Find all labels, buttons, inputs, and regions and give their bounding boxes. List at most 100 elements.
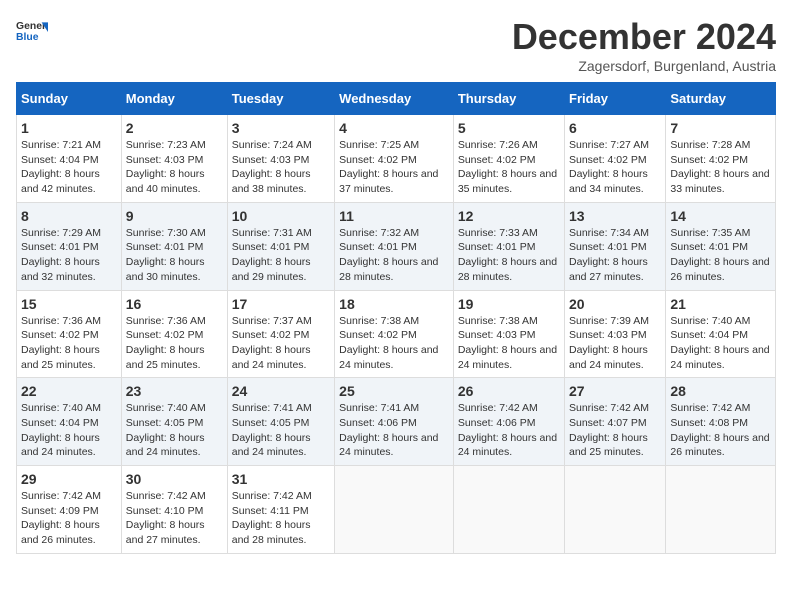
day-info: Sunrise: 7:36 AM Sunset: 4:02 PM Dayligh… <box>126 314 223 373</box>
table-row: 6 Sunrise: 7:27 AM Sunset: 4:02 PM Dayli… <box>565 115 666 203</box>
sunset-text: Sunset: 4:02 PM <box>21 329 99 341</box>
sunset-text: Sunset: 4:11 PM <box>232 505 309 517</box>
sunrise-text: Sunrise: 7:42 AM <box>569 402 649 414</box>
table-row: 1 Sunrise: 7:21 AM Sunset: 4:04 PM Dayli… <box>17 115 122 203</box>
sunrise-text: Sunrise: 7:25 AM <box>339 139 419 151</box>
table-row: 22 Sunrise: 7:40 AM Sunset: 4:04 PM Dayl… <box>17 378 122 466</box>
table-row: 30 Sunrise: 7:42 AM Sunset: 4:10 PM Dayl… <box>121 466 227 554</box>
sunrise-text: Sunrise: 7:27 AM <box>569 139 649 151</box>
daylight-text: Daylight: 8 hours and 25 minutes. <box>21 344 100 371</box>
day-number: 5 <box>458 120 560 136</box>
daylight-text: Daylight: 8 hours and 24 minutes. <box>21 432 100 459</box>
sunrise-text: Sunrise: 7:36 AM <box>126 315 206 327</box>
daylight-text: Daylight: 8 hours and 30 minutes. <box>126 256 205 283</box>
sunset-text: Sunset: 4:09 PM <box>21 505 99 517</box>
logo: General Blue <box>16 16 48 48</box>
day-info: Sunrise: 7:23 AM Sunset: 4:03 PM Dayligh… <box>126 138 223 197</box>
svg-text:Blue: Blue <box>16 32 39 43</box>
sunset-text: Sunset: 4:02 PM <box>339 329 417 341</box>
day-info: Sunrise: 7:40 AM Sunset: 4:04 PM Dayligh… <box>21 401 117 460</box>
day-info: Sunrise: 7:42 AM Sunset: 4:07 PM Dayligh… <box>569 401 661 460</box>
daylight-text: Daylight: 8 hours and 29 minutes. <box>232 256 311 283</box>
sunrise-text: Sunrise: 7:21 AM <box>21 139 101 151</box>
sunset-text: Sunset: 4:01 PM <box>569 241 647 253</box>
day-info: Sunrise: 7:42 AM Sunset: 4:10 PM Dayligh… <box>126 489 223 548</box>
empty-cell <box>453 466 564 554</box>
day-info: Sunrise: 7:35 AM Sunset: 4:01 PM Dayligh… <box>670 226 771 285</box>
sunrise-text: Sunrise: 7:29 AM <box>21 227 101 239</box>
sunset-text: Sunset: 4:03 PM <box>458 329 536 341</box>
header-saturday: Saturday <box>666 83 776 115</box>
daylight-text: Daylight: 8 hours and 33 minutes. <box>670 168 769 195</box>
day-number: 25 <box>339 383 449 399</box>
sunrise-text: Sunrise: 7:26 AM <box>458 139 538 151</box>
daylight-text: Daylight: 8 hours and 37 minutes. <box>339 168 438 195</box>
calendar-header-row: Sunday Monday Tuesday Wednesday Thursday… <box>17 83 776 115</box>
day-number: 16 <box>126 296 223 312</box>
day-number: 10 <box>232 208 330 224</box>
sunset-text: Sunset: 4:01 PM <box>458 241 536 253</box>
day-number: 15 <box>21 296 117 312</box>
sunset-text: Sunset: 4:05 PM <box>126 417 204 429</box>
calendar-week-row: 15 Sunrise: 7:36 AM Sunset: 4:02 PM Dayl… <box>17 290 776 378</box>
daylight-text: Daylight: 8 hours and 32 minutes. <box>21 256 100 283</box>
day-info: Sunrise: 7:41 AM Sunset: 4:05 PM Dayligh… <box>232 401 330 460</box>
daylight-text: Daylight: 8 hours and 34 minutes. <box>569 168 648 195</box>
table-row: 25 Sunrise: 7:41 AM Sunset: 4:06 PM Dayl… <box>335 378 454 466</box>
day-number: 8 <box>21 208 117 224</box>
day-info: Sunrise: 7:38 AM Sunset: 4:03 PM Dayligh… <box>458 314 560 373</box>
daylight-text: Daylight: 8 hours and 27 minutes. <box>126 519 205 546</box>
sunrise-text: Sunrise: 7:42 AM <box>670 402 750 414</box>
header-wednesday: Wednesday <box>335 83 454 115</box>
daylight-text: Daylight: 8 hours and 24 minutes. <box>458 432 557 459</box>
day-number: 2 <box>126 120 223 136</box>
table-row: 26 Sunrise: 7:42 AM Sunset: 4:06 PM Dayl… <box>453 378 564 466</box>
daylight-text: Daylight: 8 hours and 24 minutes. <box>232 344 311 371</box>
sunrise-text: Sunrise: 7:40 AM <box>126 402 206 414</box>
table-row: 11 Sunrise: 7:32 AM Sunset: 4:01 PM Dayl… <box>335 202 454 290</box>
day-number: 31 <box>232 471 330 487</box>
day-number: 20 <box>569 296 661 312</box>
day-info: Sunrise: 7:36 AM Sunset: 4:02 PM Dayligh… <box>21 314 117 373</box>
sunset-text: Sunset: 4:04 PM <box>21 154 99 166</box>
month-title: December 2024 <box>512 16 776 58</box>
daylight-text: Daylight: 8 hours and 24 minutes. <box>339 432 438 459</box>
table-row: 29 Sunrise: 7:42 AM Sunset: 4:09 PM Dayl… <box>17 466 122 554</box>
header-friday: Friday <box>565 83 666 115</box>
table-row: 8 Sunrise: 7:29 AM Sunset: 4:01 PM Dayli… <box>17 202 122 290</box>
day-number: 3 <box>232 120 330 136</box>
sunrise-text: Sunrise: 7:34 AM <box>569 227 649 239</box>
title-block: December 2024 Zagersdorf, Burgenland, Au… <box>512 16 776 74</box>
table-row: 17 Sunrise: 7:37 AM Sunset: 4:02 PM Dayl… <box>227 290 334 378</box>
sunset-text: Sunset: 4:07 PM <box>569 417 647 429</box>
daylight-text: Daylight: 8 hours and 27 minutes. <box>569 256 648 283</box>
sunset-text: Sunset: 4:01 PM <box>339 241 417 253</box>
sunset-text: Sunset: 4:02 PM <box>458 154 536 166</box>
sunrise-text: Sunrise: 7:42 AM <box>232 490 312 502</box>
sunset-text: Sunset: 4:06 PM <box>458 417 536 429</box>
sunset-text: Sunset: 4:10 PM <box>126 505 204 517</box>
day-number: 9 <box>126 208 223 224</box>
table-row: 24 Sunrise: 7:41 AM Sunset: 4:05 PM Dayl… <box>227 378 334 466</box>
daylight-text: Daylight: 8 hours and 28 minutes. <box>458 256 557 283</box>
day-info: Sunrise: 7:29 AM Sunset: 4:01 PM Dayligh… <box>21 226 117 285</box>
day-number: 30 <box>126 471 223 487</box>
sunrise-text: Sunrise: 7:28 AM <box>670 139 750 151</box>
daylight-text: Daylight: 8 hours and 28 minutes. <box>232 519 311 546</box>
day-info: Sunrise: 7:39 AM Sunset: 4:03 PM Dayligh… <box>569 314 661 373</box>
daylight-text: Daylight: 8 hours and 40 minutes. <box>126 168 205 195</box>
empty-cell <box>335 466 454 554</box>
day-number: 28 <box>670 383 771 399</box>
day-info: Sunrise: 7:24 AM Sunset: 4:03 PM Dayligh… <box>232 138 330 197</box>
daylight-text: Daylight: 8 hours and 24 minutes. <box>232 432 311 459</box>
sunrise-text: Sunrise: 7:41 AM <box>232 402 312 414</box>
sunset-text: Sunset: 4:06 PM <box>339 417 417 429</box>
calendar-table: Sunday Monday Tuesday Wednesday Thursday… <box>16 82 776 554</box>
day-info: Sunrise: 7:30 AM Sunset: 4:01 PM Dayligh… <box>126 226 223 285</box>
sunrise-text: Sunrise: 7:33 AM <box>458 227 538 239</box>
day-number: 21 <box>670 296 771 312</box>
day-number: 12 <box>458 208 560 224</box>
sunrise-text: Sunrise: 7:35 AM <box>670 227 750 239</box>
calendar-week-row: 8 Sunrise: 7:29 AM Sunset: 4:01 PM Dayli… <box>17 202 776 290</box>
sunset-text: Sunset: 4:08 PM <box>670 417 748 429</box>
